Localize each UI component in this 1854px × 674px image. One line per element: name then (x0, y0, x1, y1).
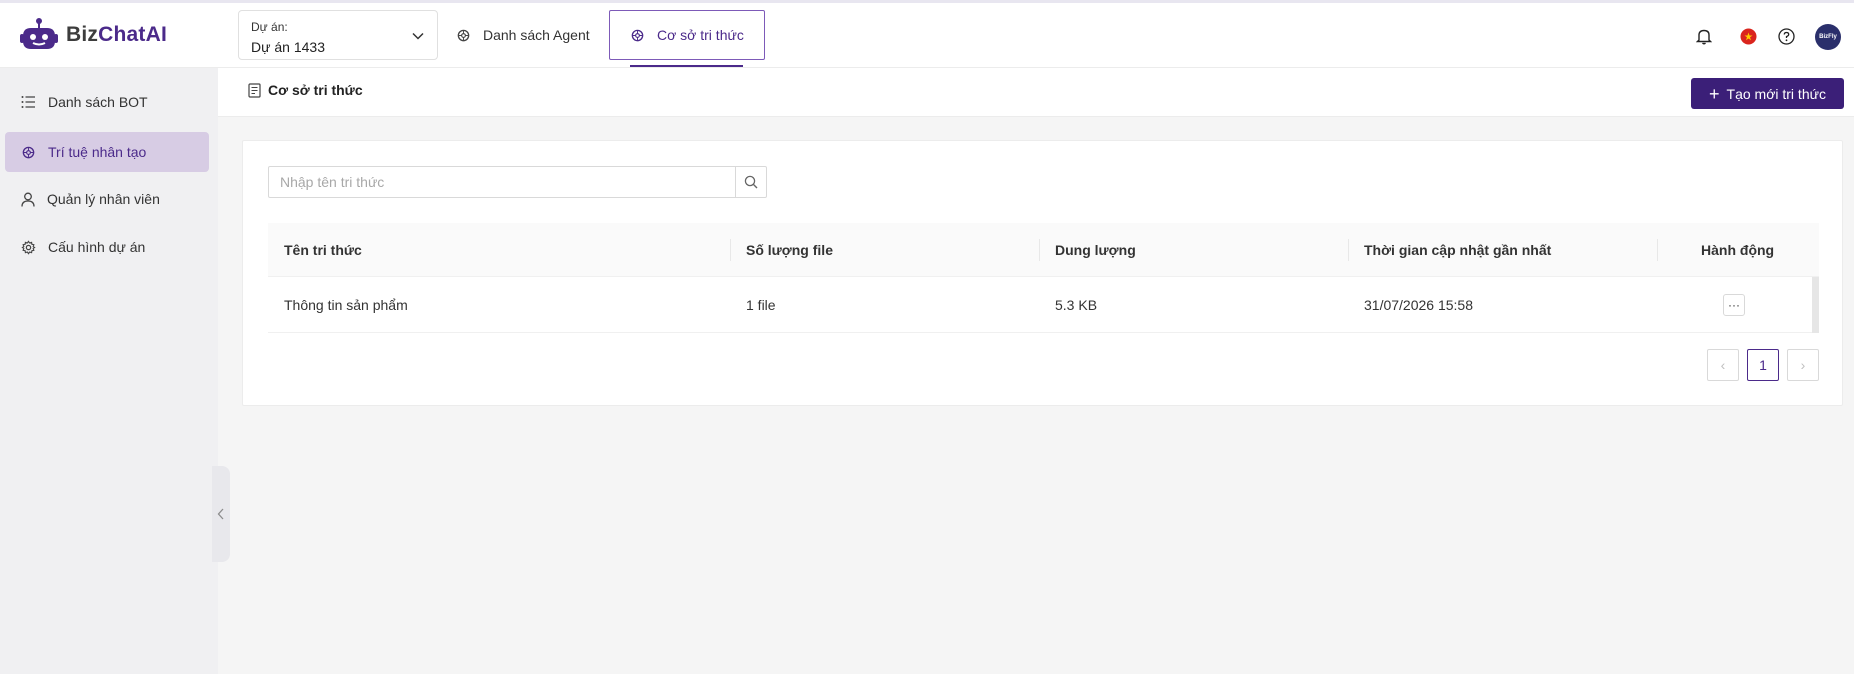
page-header: Cơ sở tri thức + Tạo mới tri thức (218, 68, 1854, 117)
page-title: Cơ sở tri thức (248, 82, 363, 98)
page-title-text: Cơ sở tri thức (268, 82, 363, 98)
column-header-updated: Thời gian cập nhật gần nhất (1364, 242, 1552, 258)
create-knowledge-button[interactable]: + Tạo mới tri thức (1691, 78, 1844, 109)
column-header-size: Dung lượng (1055, 242, 1136, 258)
column-divider (1348, 239, 1349, 261)
knowledge-doc-icon (248, 82, 261, 98)
tab-agent-list[interactable]: Danh sách Agent (456, 10, 590, 60)
table-row[interactable]: Thông tin sản phẩm 1 file 5.3 KB 31/07/2… (268, 277, 1819, 333)
sidebar-item-label: Trí tuệ nhân tạo (48, 144, 147, 160)
tab-label: Cơ sở tri thức (657, 27, 744, 43)
tab-knowledge-base[interactable]: Cơ sở tri thức (609, 10, 765, 60)
sidebar-collapse-toggle[interactable] (212, 466, 230, 562)
column-header-action: Hành động (1701, 242, 1775, 258)
table-scrollbar[interactable] (1812, 277, 1819, 333)
sidebar-item-label: Quản lý nhân viên (47, 191, 160, 207)
sidebar-item-bot-list[interactable]: Danh sách BOT (5, 82, 209, 122)
column-header-file-count: Số lượng file (746, 242, 833, 258)
search-input[interactable] (268, 166, 736, 198)
robot-logo-icon (20, 18, 58, 49)
sidebar-item-label: Danh sách BOT (48, 94, 148, 110)
sidebar-item-ai[interactable]: Trí tuệ nhân tạo (5, 132, 209, 172)
search-button[interactable] (735, 166, 767, 198)
cell-size: 5.3 KB (1055, 297, 1098, 313)
column-divider (730, 239, 731, 261)
column-divider (1039, 239, 1040, 261)
column-header-name: Tên tri thức (284, 242, 362, 258)
cell-name[interactable]: Thông tin sản phẩm (284, 277, 408, 333)
sidebar-item-staff[interactable]: Quản lý nhân viên (5, 179, 209, 219)
pagination-next-button[interactable]: › (1787, 349, 1819, 381)
chevron-left-icon (217, 508, 224, 520)
bell-icon[interactable] (1694, 26, 1714, 46)
project-value: Dự án 1433 (251, 39, 325, 55)
sidebar-item-label: Cấu hình dự án (48, 239, 146, 255)
sidebar: Danh sách BOT Trí tuệ nhân tạo Quản lý n… (0, 68, 218, 674)
plus-icon: + (1709, 83, 1720, 104)
cell-file-count: 1 file (746, 297, 776, 313)
logo-text: BizChatAI (66, 23, 167, 46)
user-icon (21, 192, 35, 207)
project-select[interactable]: Dự án: Dự án 1433 (238, 10, 438, 60)
top-header: BizChatAI Dự án: Dự án 1433 Danh sách Ag… (0, 3, 1854, 68)
chevron-down-icon (412, 32, 424, 40)
pagination-page-1[interactable]: 1 (1747, 349, 1779, 381)
knowledge-table: Tên tri thức Số lượng file Dung lượng Th… (268, 223, 1819, 333)
gear-icon (21, 239, 36, 255)
openai-icon (631, 29, 644, 41)
project-label: Dự án: (251, 20, 288, 34)
create-knowledge-label: Tạo mới tri thức (1726, 85, 1826, 102)
knowledge-card: Tên tri thức Số lượng file Dung lượng Th… (242, 140, 1843, 406)
table-header: Tên tri thức Số lượng file Dung lượng Th… (268, 223, 1819, 277)
pagination-prev-button[interactable]: ‹ (1707, 349, 1739, 381)
vietnam-flag-icon[interactable] (1738, 26, 1758, 46)
cell-updated: 31/07/2026 15:58 (1364, 297, 1473, 313)
tab-label: Danh sách Agent (483, 27, 590, 43)
search-icon (744, 175, 758, 189)
column-divider (1657, 239, 1658, 261)
ai-icon (22, 146, 35, 158)
help-icon[interactable] (1776, 26, 1796, 46)
sidebar-item-project-config[interactable]: Cấu hình dự án (5, 227, 209, 267)
logo[interactable]: BizChatAI (20, 15, 167, 55)
user-avatar[interactable]: BizFly (1815, 24, 1841, 50)
active-tab-underline (630, 65, 743, 67)
openai-icon (457, 29, 470, 41)
more-actions-button[interactable]: ··· (1723, 294, 1745, 316)
list-icon (21, 96, 35, 108)
